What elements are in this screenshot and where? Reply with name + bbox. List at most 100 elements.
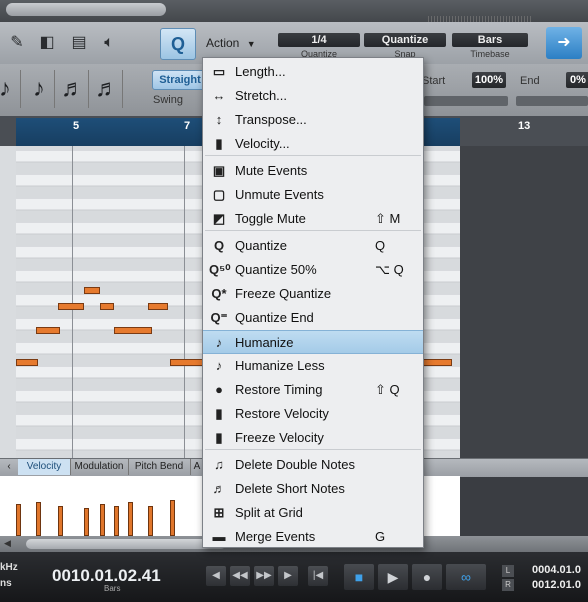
menu-item-label: Length... bbox=[235, 64, 286, 79]
freeze-velocity-icon: ▮ bbox=[215, 430, 223, 445]
menu-item-toggle-mute[interactable]: ◩ Toggle Mute ⇧ M bbox=[203, 207, 423, 231]
humanize-icon: ♪ bbox=[215, 335, 223, 350]
rewind-button[interactable]: ◀◀ bbox=[230, 566, 250, 586]
latency-text: ns bbox=[0, 578, 12, 589]
velocity-bar[interactable] bbox=[84, 508, 89, 536]
return-to-zero-button[interactable]: ◀ bbox=[206, 566, 226, 586]
loop-button[interactable]: ∞ bbox=[446, 564, 486, 590]
eraser-tool-icon[interactable]: ◧ bbox=[34, 30, 60, 56]
swing-label: Swing bbox=[153, 94, 183, 106]
action-menu-button[interactable]: Action ▼ bbox=[200, 30, 268, 56]
ruler-mark: 5 bbox=[73, 120, 80, 132]
menu-item-label: Restore Velocity bbox=[235, 406, 329, 421]
stretch-icon: ↔ bbox=[212, 88, 226, 103]
timebase-value-field[interactable]: Bars bbox=[452, 33, 528, 47]
menu-item-humanize[interactable]: ♪ Humanize bbox=[203, 330, 423, 354]
unmute-events-icon: ▢ bbox=[212, 187, 226, 202]
listen-tool-icon[interactable]: 🔈︎ bbox=[96, 30, 122, 56]
note-event[interactable] bbox=[58, 303, 84, 310]
tab-modulation[interactable]: Modulation bbox=[70, 459, 129, 475]
inspector-arrow-button[interactable]: ➜ bbox=[546, 27, 582, 59]
menu-item-velocity[interactable]: ▮ Velocity... bbox=[203, 132, 423, 156]
quarter-note-icon[interactable]: ♪ bbox=[0, 70, 21, 108]
action-dropdown-menu: ▭ Length... ↔ Stretch... ↕ Transpose... ▮ Veloc… bbox=[202, 57, 424, 548]
end-value-field[interactable]: 0% bbox=[566, 72, 588, 88]
velocity-bar[interactable] bbox=[16, 504, 21, 536]
horizontal-scroll-thumb[interactable] bbox=[26, 539, 226, 549]
menu-item-quantize-end[interactable]: Q⁼ Quantize End bbox=[203, 306, 423, 330]
note-event[interactable] bbox=[148, 303, 168, 310]
velocity-bar[interactable] bbox=[148, 506, 153, 536]
menu-item-shortcut: G bbox=[375, 529, 386, 544]
menu-item-label: Freeze Velocity bbox=[235, 430, 324, 445]
menu-item-delete-short-notes[interactable]: ♬ Delete Short Notes bbox=[203, 477, 423, 501]
menu-item-merge-events[interactable]: ▬ Merge Events G bbox=[203, 525, 423, 549]
start-slider[interactable] bbox=[424, 96, 508, 106]
forward-button[interactable]: ▶ bbox=[278, 566, 298, 586]
scroll-left-arrow-icon[interactable]: ◀ bbox=[4, 538, 11, 549]
menu-item-humanize-less[interactable]: ♪ Humanize Less bbox=[203, 354, 423, 378]
right-locator-value[interactable]: 0012.01.0 bbox=[532, 579, 581, 591]
pencil-tool-icon[interactable]: ✎ bbox=[4, 30, 30, 56]
go-to-start-button[interactable]: |◀ bbox=[308, 566, 328, 586]
velocity-bar[interactable] bbox=[36, 502, 41, 536]
tab-velocity[interactable]: Velocity bbox=[18, 459, 71, 475]
quantize-value-field[interactable]: 1/4 bbox=[278, 33, 360, 47]
note-event[interactable] bbox=[170, 359, 204, 366]
menu-item-label: Split at Grid bbox=[235, 505, 303, 520]
menu-item-restore-velocity[interactable]: ▮ Restore Velocity bbox=[203, 402, 423, 426]
menu-item-delete-double-notes[interactable]: ♫ Delete Double Notes bbox=[203, 453, 423, 477]
sample-rate-text: kHz bbox=[0, 562, 18, 573]
record-button[interactable]: ● bbox=[412, 564, 442, 590]
menu-item-transpose[interactable]: ↕ Transpose... bbox=[203, 108, 423, 132]
note-event[interactable] bbox=[16, 359, 38, 366]
note-event[interactable] bbox=[100, 303, 114, 310]
start-label: Start bbox=[422, 75, 446, 87]
note-event[interactable] bbox=[114, 327, 152, 334]
menu-item-quantize-50[interactable]: Q⁵⁰ Quantize 50% ⌥ Q bbox=[203, 258, 423, 282]
quantize-end-icon: Q⁼ bbox=[210, 310, 228, 325]
quantize-icon: Q bbox=[213, 238, 225, 253]
right-locator-label: R bbox=[502, 579, 514, 591]
end-slider[interactable] bbox=[516, 96, 588, 106]
thirtysecond-note-icon[interactable]: ♬ bbox=[92, 70, 123, 108]
fast-forward-button[interactable]: ▶▶ bbox=[254, 566, 274, 586]
note-event[interactable] bbox=[422, 359, 452, 366]
menu-item-restore-timing[interactable]: ● Restore Timing ⇧ Q bbox=[203, 378, 423, 402]
stop-button[interactable]: ■ bbox=[344, 564, 374, 590]
velocity-bar[interactable] bbox=[128, 502, 133, 536]
keyboard-strip[interactable] bbox=[0, 146, 16, 458]
start-value-field[interactable]: 100% bbox=[472, 72, 506, 88]
menu-item-freeze-quantize[interactable]: Q* Freeze Quantize bbox=[203, 282, 423, 306]
song-position[interactable]: 0010.01.02.41 bbox=[52, 566, 161, 586]
menu-item-length[interactable]: ▭ Length... bbox=[203, 60, 423, 84]
menu-item-unmute-events[interactable]: ▢ Unmute Events bbox=[203, 183, 423, 207]
sixteenth-note-icon[interactable]: ♬ bbox=[58, 70, 89, 108]
menu-item-mute-events[interactable]: ▣ Mute Events bbox=[203, 159, 423, 183]
menu-item-quantize[interactable]: Q Quantize Q bbox=[203, 234, 423, 258]
snap-value-field[interactable]: Quantize bbox=[364, 33, 446, 47]
menu-item-label: Mute Events bbox=[235, 163, 308, 178]
top-scrollbar-thumb[interactable] bbox=[6, 3, 166, 16]
straight-button[interactable]: Straight bbox=[152, 70, 208, 90]
menu-item-freeze-velocity[interactable]: ▮ Freeze Velocity bbox=[203, 426, 423, 450]
eighth-note-icon[interactable]: ♪ bbox=[24, 70, 55, 108]
menu-item-split-at-grid[interactable]: ⊞ Split at Grid bbox=[203, 501, 423, 525]
velocity-bar[interactable] bbox=[58, 506, 63, 536]
lane-tab-overflow[interactable]: ‹ bbox=[0, 459, 19, 475]
bar-line bbox=[72, 146, 73, 458]
tab-pitch-bend[interactable]: Pitch Bend bbox=[128, 459, 191, 475]
menu-item-stretch[interactable]: ↔ Stretch... bbox=[203, 84, 423, 108]
note-event[interactable] bbox=[36, 327, 60, 334]
left-locator-value[interactable]: 0004.01.0 bbox=[532, 564, 581, 576]
menu-item-label: Unmute Events bbox=[235, 187, 324, 202]
end-label: End bbox=[520, 75, 540, 87]
velocity-bar[interactable] bbox=[114, 506, 119, 536]
velocity-bar[interactable] bbox=[100, 504, 105, 536]
quantize-toggle-button[interactable]: Q bbox=[160, 28, 196, 60]
velocity-bar[interactable] bbox=[170, 500, 175, 536]
mute-tool-icon[interactable]: ▤ bbox=[66, 30, 92, 56]
ruler-mark: 13 bbox=[518, 120, 531, 132]
play-button[interactable]: ▶ bbox=[378, 564, 408, 590]
note-event[interactable] bbox=[84, 287, 100, 294]
